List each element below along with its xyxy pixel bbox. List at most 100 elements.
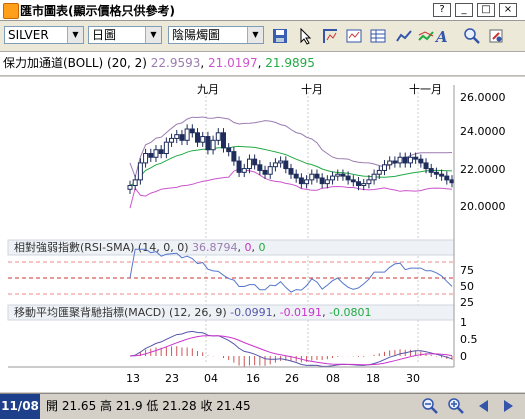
rsi-value-3: 0 [258,241,265,254]
candle-body [418,158,424,164]
chart-area: 相對強弱指數(RSI-SMA) (14, 0, 0) 36.8794, 0, 0… [0,77,525,392]
candle-body [413,156,419,160]
candle-body [278,160,284,164]
candle-body [381,164,387,171]
indicator-icon[interactable] [344,26,364,46]
month-label: 十一月 [409,82,442,96]
high-label: 高 [100,399,113,413]
date-label: 26 [285,372,299,385]
chevron-down-icon[interactable]: ▼ [247,27,263,43]
line-draw-icon[interactable] [394,26,414,46]
svg-text:相對強弱指數(RSI-SMA) (14, 0, 0): 相對強弱指數(RSI-SMA) (14, 0, 0) 36.8794, 0, 0 [14,240,265,254]
zoom-icon[interactable] [462,26,482,46]
macd-value-3: -0.0801 [329,306,371,319]
chevron-down-icon[interactable]: ▼ [145,27,161,43]
rsi-value-1: 36.8794 [192,241,238,254]
candle-body [392,160,398,164]
candle-body [267,166,273,175]
candle-body [184,128,190,141]
app-logo-icon [3,3,19,19]
scroll-left-icon[interactable] [474,397,494,415]
candle-body [163,141,169,154]
open-value: 21.65 [61,399,97,413]
candle-body [439,173,445,177]
settings-icon[interactable] [486,26,506,46]
symbol-value: SILVER [8,28,49,42]
period-value: 日圖 [92,28,117,42]
chevron-down-icon[interactable]: ▼ [67,27,83,43]
boll-upper-value: 22.9593 [150,56,201,70]
candle-body [257,164,263,171]
candle-body [246,158,252,170]
save-icon[interactable] [270,26,290,46]
candle-body [283,160,289,170]
date-label: 23 [165,372,179,385]
candle-body [179,134,185,141]
candle-body [137,162,143,181]
zoom-out-icon[interactable] [420,397,440,415]
scroll-right-icon[interactable] [498,397,518,415]
candle-body [272,162,278,168]
candle-body [158,149,164,154]
maximize-button[interactable]: □ [477,3,495,17]
candle-body [189,128,195,134]
candle-body [252,158,258,166]
minimize-button[interactable]: _ [455,3,473,17]
candle-body [449,179,455,184]
macd-tick: 1 [460,316,467,329]
candle-body [371,173,377,181]
text-icon[interactable]: A [432,26,452,46]
window-title: 匯市圖表(顯示價格只供參考) [20,4,175,18]
candle-body [293,173,299,179]
candle-body [220,132,226,149]
data-table-icon[interactable] [368,26,388,46]
candle-body [288,168,294,175]
chart-style-value: 陰陽燭圖 [172,28,221,42]
rsi-tick: 25 [460,296,474,309]
date-label: 16 [246,372,260,385]
month-label: 十月 [301,82,323,96]
boll-label: 保力加通道(BOLL) (20, 2) [3,56,147,70]
macd-value-1: -0.0991 [230,306,272,319]
candle-body [153,149,159,158]
low-value: 21.28 [162,399,197,413]
candle-body [319,177,325,185]
zoom-in-icon[interactable] [446,397,466,415]
help-button[interactable]: ? [433,3,451,17]
chart-svg: 相對強弱指數(RSI-SMA) (14, 0, 0) 36.8794, 0, 0… [0,77,525,392]
macd-tick: 0.5 [460,333,478,346]
ohlc-readout: 開 21.65 高 21.9 低 21.28 收 21.45 [46,394,251,419]
date-label: 13 [126,372,140,385]
candle-body [397,156,403,164]
candle-body [304,179,310,185]
low-label: 低 [146,399,159,413]
candle-body [236,160,242,173]
chart-style-select[interactable]: 陰陽燭圖 ▼ [168,26,264,44]
candle-body [407,156,413,164]
period-select[interactable]: 日圖 ▼ [88,26,162,44]
crosshair-icon[interactable] [320,26,340,46]
close-button[interactable]: × [499,3,517,17]
title-bar: 匯市圖表(顯示價格只供參考) ? _ □ × [0,0,525,21]
candle-body [143,153,149,164]
boll-info-bar: 保力加通道(BOLL) (20, 2) 22.9593, 21.0197, 21… [0,52,525,76]
boll-lower-value: 21.9895 [265,56,315,70]
svg-text:A: A [434,28,448,45]
price-tick: 20.0000 [460,200,506,213]
selected-date: 11/08 [0,394,40,419]
candle-body [376,169,382,175]
candle-body [241,168,247,173]
symbol-select[interactable]: SILVER ▼ [4,26,84,44]
candle-body [433,171,439,175]
candle-body [226,147,232,153]
candle-body [335,173,341,177]
price-tick: 22.0000 [460,163,506,176]
candle-body [350,179,356,183]
price-tick: 26.0000 [460,91,506,104]
candle-body [215,132,221,141]
candle-body [205,136,211,151]
boll-mid-value: 21.0197 [208,56,258,70]
cursor-icon[interactable] [296,26,316,46]
macd-label: 移動平均匯聚背馳指標(MACD) (12, 26, 9) [14,305,227,319]
status-bar: 11/08 開 21.65 高 21.9 低 21.28 收 21.45 [0,393,525,419]
